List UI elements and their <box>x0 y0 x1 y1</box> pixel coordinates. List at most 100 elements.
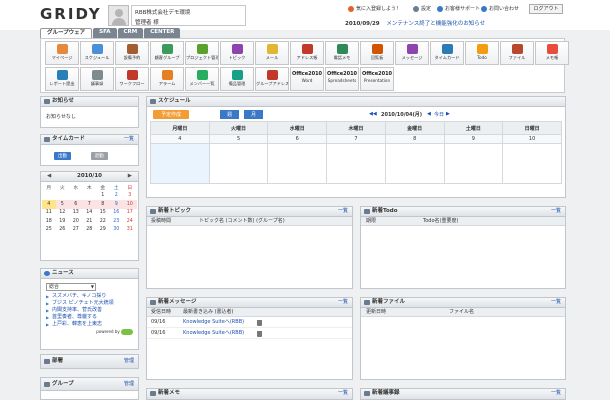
schedule-day-cell[interactable] <box>443 143 504 184</box>
contact-link[interactable]: お問い合わせ <box>481 5 519 12</box>
schedule-day-cell[interactable] <box>502 143 562 184</box>
avatar[interactable] <box>108 5 129 26</box>
tab-crm[interactable]: CRM <box>117 28 144 38</box>
trash-icon[interactable] <box>257 320 262 326</box>
app-icon-r2-6[interactable]: グループアドレス帳 <box>255 67 289 91</box>
calendar-day[interactable]: 3 <box>123 192 137 201</box>
app-icon-r1-8[interactable]: 電話メモ <box>325 41 359 65</box>
schedule-date[interactable]: 9 <box>443 134 504 144</box>
month-view-button[interactable]: 月 <box>244 110 264 119</box>
calendar-day[interactable]: 12 <box>56 209 70 218</box>
settings-link[interactable]: 設定 <box>413 5 431 12</box>
schedule-day-cell[interactable] <box>208 143 269 184</box>
schedule-day-cell[interactable] <box>267 143 328 184</box>
calendar-day[interactable]: 15 <box>96 209 110 218</box>
schedule-date[interactable]: 4 <box>150 134 210 144</box>
tab-groupware[interactable]: グループウェア <box>40 28 93 38</box>
support-link[interactable]: お客様サポート <box>437 5 480 12</box>
dept-manage-link[interactable]: 管理 <box>124 355 134 368</box>
app-icon-r2-0[interactable]: レポート提出 <box>45 67 79 91</box>
next-month-icon[interactable]: ▶ <box>128 172 132 181</box>
tab-sfa[interactable]: SFA <box>93 28 117 38</box>
next-icon[interactable]: ▶ <box>446 111 450 117</box>
gridy-logo[interactable]: GRIDY <box>40 5 102 23</box>
app-icon-r1-7[interactable]: アドレス帳 <box>290 41 324 65</box>
trash-icon[interactable] <box>257 331 262 337</box>
calendar-day[interactable]: 8 <box>96 200 110 209</box>
calendar-day[interactable]: 16 <box>110 209 124 218</box>
calendar-day[interactable]: 22 <box>96 217 110 226</box>
news-item[interactable]: ブジス ピノチェト元大統領 <box>46 300 133 307</box>
calendar-day[interactable]: 2 <box>110 192 124 201</box>
calendar-day[interactable]: 27 <box>69 226 83 235</box>
app-icon-r1-10[interactable]: メッセージ <box>395 41 429 65</box>
app-icon-r1-0[interactable]: マイページ <box>45 41 79 65</box>
message-row[interactable]: 09/16 Knowledge Suiteへ(RBB) <box>147 328 352 339</box>
calendar-day[interactable]: 26 <box>56 226 70 235</box>
calendar-day[interactable] <box>56 192 70 201</box>
memo-list-link[interactable]: 一覧 <box>338 389 348 398</box>
calendar-day[interactable]: 31 <box>123 226 137 235</box>
calendar-day[interactable] <box>96 234 110 243</box>
calendar-day[interactable]: 11 <box>42 209 56 218</box>
calendar-day[interactable] <box>83 234 97 243</box>
calendar-day[interactable]: 20 <box>69 217 83 226</box>
calendar-day[interactable] <box>83 192 97 201</box>
calendar-day[interactable]: 13 <box>69 209 83 218</box>
calendar-day[interactable] <box>110 234 124 243</box>
message-list-link[interactable]: 一覧 <box>338 298 348 307</box>
app-icon-r2-5[interactable]: 備品管理 <box>220 67 254 91</box>
calendar-day[interactable]: 17 <box>123 209 137 218</box>
notice-link[interactable]: メンテナンス終了と機能強化のお知らせ <box>386 21 485 27</box>
app-icon-r1-11[interactable]: タイムカード <box>430 41 464 65</box>
app-icon-r1-3[interactable]: 顧客グループ <box>150 41 184 65</box>
app-icon-r1-12[interactable]: Todo <box>465 41 499 65</box>
calendar-day[interactable]: 29 <box>96 226 110 235</box>
calendar-day[interactable]: 21 <box>83 217 97 226</box>
calendar-day[interactable]: 28 <box>83 226 97 235</box>
app-icon-r2-9[interactable]: Office2010 Presentation <box>360 67 394 91</box>
calendar-day[interactable]: 24 <box>123 217 137 226</box>
logout-button[interactable]: ログアウト <box>529 4 563 14</box>
topic-list-link[interactable]: 一覧 <box>338 207 348 216</box>
calendar-day[interactable] <box>123 234 137 243</box>
news-item[interactable]: 内閣支持率、菅氏改善 <box>46 307 133 314</box>
calendar-day[interactable]: 5 <box>55 200 69 209</box>
prev-month-icon[interactable]: ◀ <box>47 172 51 181</box>
app-icon-r1-4[interactable]: プロジェクト管理 <box>185 41 219 65</box>
group-manage-link[interactable]: 管理 <box>124 378 134 391</box>
clock-out-button[interactable]: 退勤 <box>90 152 108 160</box>
minutes-list-link[interactable]: 一覧 <box>551 389 561 398</box>
timecard-list-link[interactable]: 一覧 <box>124 135 134 144</box>
app-icon-r1-2[interactable]: 設備予約 <box>115 41 149 65</box>
tab-center[interactable]: CENTER <box>144 28 181 38</box>
calendar-day[interactable]: 4 <box>42 200 56 209</box>
schedule-date[interactable]: 6 <box>267 134 328 144</box>
calendar-day[interactable]: 1 <box>96 192 110 201</box>
file-list-link[interactable]: 一覧 <box>551 298 561 307</box>
app-icon-r1-14[interactable]: メモ帳 <box>535 41 569 65</box>
week-view-button[interactable]: 週 <box>220 110 240 119</box>
calendar-day[interactable]: 6 <box>69 200 83 209</box>
app-icon-r2-4[interactable]: メンバー一覧 <box>185 67 219 91</box>
app-icon-r1-6[interactable]: メール <box>255 41 289 65</box>
calendar-day[interactable]: 10 <box>123 200 137 209</box>
app-icon-r2-2[interactable]: ワークフロー <box>115 67 149 91</box>
message-row[interactable]: 09/16 Knowledge Suiteへ(RBB) <box>147 317 352 328</box>
new-schedule-button[interactable]: 予定作成 <box>153 110 190 119</box>
schedule-day-cell[interactable] <box>150 143 210 184</box>
schedule-date[interactable]: 7 <box>326 134 386 144</box>
calendar-day[interactable]: 18 <box>42 217 56 226</box>
schedule-day-cell[interactable] <box>326 143 386 184</box>
calendar-day[interactable] <box>56 234 70 243</box>
notice-line[interactable]: 2010/09/29 メンテナンス終了と機能強化のお知らせ <box>345 19 485 27</box>
calendar-day[interactable]: 14 <box>83 209 97 218</box>
calendar-day[interactable]: 23 <box>110 217 124 226</box>
calendar-day[interactable]: 25 <box>42 226 56 235</box>
calendar-day[interactable]: 19 <box>56 217 70 226</box>
news-category-select[interactable]: 総合 ▼ <box>46 283 96 291</box>
today-link[interactable]: 今日 <box>434 111 444 118</box>
prev-week-icon[interactable]: ◀◀ <box>369 111 377 117</box>
news-item[interactable]: スズメバチ、キノコ採り <box>46 293 133 300</box>
app-icon-r1-5[interactable]: トピック <box>220 41 254 65</box>
